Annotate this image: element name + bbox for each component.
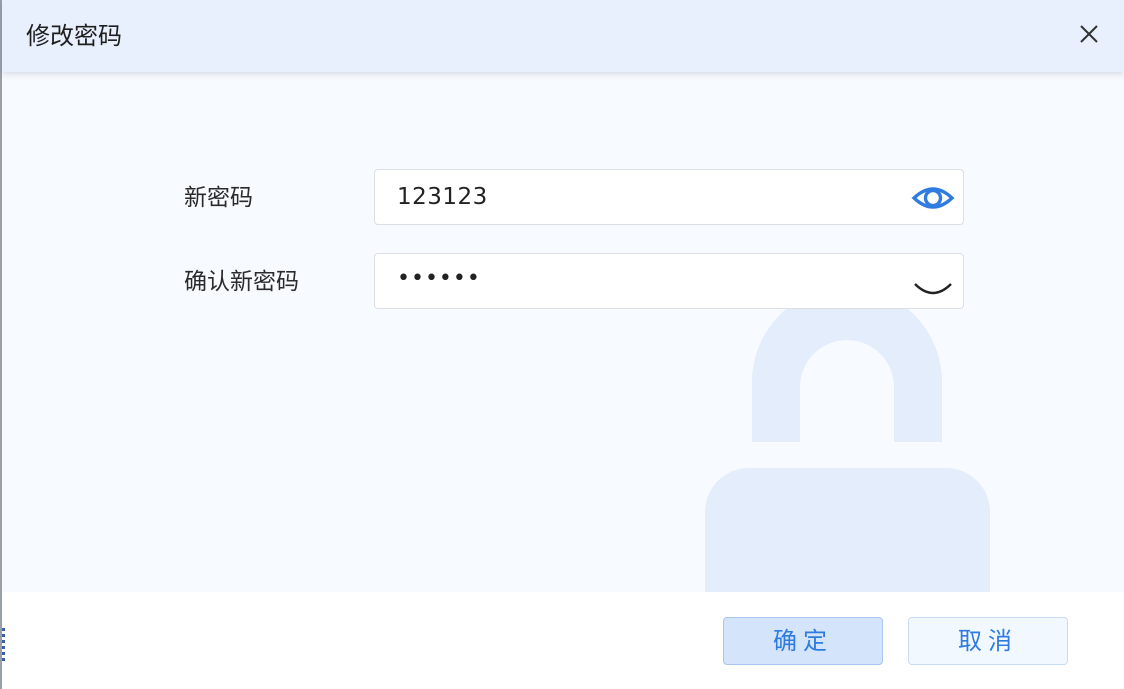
close-icon	[1080, 25, 1098, 43]
confirm-password-input[interactable]: ••••••	[374, 253, 964, 309]
dialog-body: 新密码 123123 确认新密码 ••••••	[2, 72, 1124, 592]
change-password-dialog: 修改密码 新密码 123123 确认新密码 •••••• 确定 取消	[0, 0, 1124, 689]
cancel-button[interactable]: 取消	[908, 617, 1068, 665]
new-password-input[interactable]: 123123	[374, 169, 964, 225]
toggle-confirm-password-visibility[interactable]	[911, 264, 955, 300]
background-edge	[2, 628, 5, 664]
confirm-password-label: 确认新密码	[184, 269, 299, 295]
new-password-value: 123123	[397, 184, 488, 210]
confirm-button[interactable]: 确定	[723, 617, 883, 665]
confirm-password-row: 确认新密码 ••••••	[2, 253, 1124, 309]
confirm-password-value: ••••••	[397, 266, 481, 291]
toggle-new-password-visibility[interactable]	[911, 180, 955, 216]
lock-icon	[705, 292, 990, 592]
dialog-footer: 确定 取消	[2, 592, 1124, 689]
eye-closed-icon	[914, 283, 952, 295]
new-password-label: 新密码	[184, 185, 253, 211]
close-button[interactable]	[1072, 17, 1106, 51]
dialog-header: 修改密码	[2, 0, 1124, 72]
new-password-row: 新密码 123123	[2, 169, 1124, 225]
dialog-title: 修改密码	[26, 22, 122, 50]
eye-open-icon	[911, 187, 955, 209]
